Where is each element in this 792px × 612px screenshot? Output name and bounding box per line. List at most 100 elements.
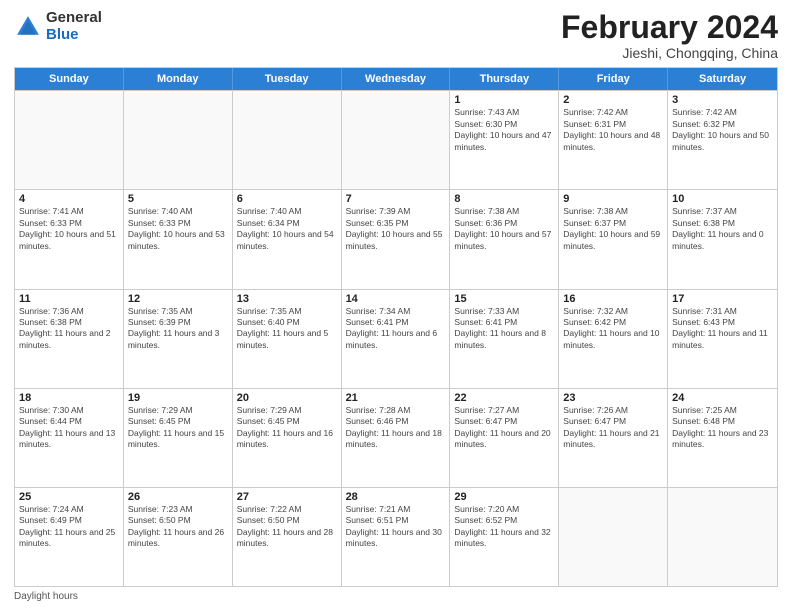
- day-number: 18: [19, 392, 119, 404]
- day-number: 26: [128, 491, 228, 503]
- day-number: 24: [672, 392, 773, 404]
- calendar-row: 25Sunrise: 7:24 AM Sunset: 6:49 PM Dayli…: [15, 487, 777, 586]
- title-block: February 2024 Jieshi, Chongqing, China: [561, 10, 778, 61]
- calendar-cell: 25Sunrise: 7:24 AM Sunset: 6:49 PM Dayli…: [15, 488, 124, 586]
- day-number: 22: [454, 392, 554, 404]
- calendar-cell: 10Sunrise: 7:37 AM Sunset: 6:38 PM Dayli…: [668, 190, 777, 288]
- calendar-cell: [559, 488, 668, 586]
- calendar-row: 18Sunrise: 7:30 AM Sunset: 6:44 PM Dayli…: [15, 388, 777, 487]
- day-info: Sunrise: 7:41 AM Sunset: 6:33 PM Dayligh…: [19, 206, 119, 252]
- day-number: 14: [346, 293, 446, 305]
- day-number: 4: [19, 193, 119, 205]
- day-number: 17: [672, 293, 773, 305]
- calendar-header-cell: Monday: [124, 68, 233, 90]
- calendar-cell: 27Sunrise: 7:22 AM Sunset: 6:50 PM Dayli…: [233, 488, 342, 586]
- calendar-cell: 16Sunrise: 7:32 AM Sunset: 6:42 PM Dayli…: [559, 290, 668, 388]
- calendar: SundayMondayTuesdayWednesdayThursdayFrid…: [14, 67, 778, 587]
- day-info: Sunrise: 7:38 AM Sunset: 6:36 PM Dayligh…: [454, 206, 554, 252]
- logo-general: General: [46, 10, 102, 27]
- day-info: Sunrise: 7:24 AM Sunset: 6:49 PM Dayligh…: [19, 504, 119, 550]
- day-info: Sunrise: 7:33 AM Sunset: 6:41 PM Dayligh…: [454, 306, 554, 352]
- day-number: 6: [237, 193, 337, 205]
- day-info: Sunrise: 7:30 AM Sunset: 6:44 PM Dayligh…: [19, 405, 119, 451]
- calendar-cell: 3Sunrise: 7:42 AM Sunset: 6:32 PM Daylig…: [668, 91, 777, 189]
- day-info: Sunrise: 7:31 AM Sunset: 6:43 PM Dayligh…: [672, 306, 773, 352]
- day-info: Sunrise: 7:36 AM Sunset: 6:38 PM Dayligh…: [19, 306, 119, 352]
- day-number: 3: [672, 94, 773, 106]
- header: General Blue February 2024 Jieshi, Chong…: [14, 10, 778, 61]
- day-info: Sunrise: 7:27 AM Sunset: 6:47 PM Dayligh…: [454, 405, 554, 451]
- calendar-cell: 21Sunrise: 7:28 AM Sunset: 6:46 PM Dayli…: [342, 389, 451, 487]
- day-number: 19: [128, 392, 228, 404]
- calendar-cell: 13Sunrise: 7:35 AM Sunset: 6:40 PM Dayli…: [233, 290, 342, 388]
- calendar-cell: 5Sunrise: 7:40 AM Sunset: 6:33 PM Daylig…: [124, 190, 233, 288]
- calendar-cell: 26Sunrise: 7:23 AM Sunset: 6:50 PM Dayli…: [124, 488, 233, 586]
- calendar-cell: [233, 91, 342, 189]
- day-number: 5: [128, 193, 228, 205]
- day-info: Sunrise: 7:43 AM Sunset: 6:30 PM Dayligh…: [454, 107, 554, 153]
- calendar-cell: 9Sunrise: 7:38 AM Sunset: 6:37 PM Daylig…: [559, 190, 668, 288]
- footer: Daylight hours: [14, 591, 778, 602]
- calendar-cell: [342, 91, 451, 189]
- calendar-header-cell: Wednesday: [342, 68, 451, 90]
- day-number: 9: [563, 193, 663, 205]
- calendar-cell: 6Sunrise: 7:40 AM Sunset: 6:34 PM Daylig…: [233, 190, 342, 288]
- calendar-cell: 22Sunrise: 7:27 AM Sunset: 6:47 PM Dayli…: [450, 389, 559, 487]
- logo: General Blue: [14, 10, 102, 43]
- calendar-cell: 4Sunrise: 7:41 AM Sunset: 6:33 PM Daylig…: [15, 190, 124, 288]
- day-info: Sunrise: 7:32 AM Sunset: 6:42 PM Dayligh…: [563, 306, 663, 352]
- day-info: Sunrise: 7:42 AM Sunset: 6:31 PM Dayligh…: [563, 107, 663, 153]
- calendar-cell: 24Sunrise: 7:25 AM Sunset: 6:48 PM Dayli…: [668, 389, 777, 487]
- day-info: Sunrise: 7:28 AM Sunset: 6:46 PM Dayligh…: [346, 405, 446, 451]
- calendar-cell: 8Sunrise: 7:38 AM Sunset: 6:36 PM Daylig…: [450, 190, 559, 288]
- day-number: 20: [237, 392, 337, 404]
- day-info: Sunrise: 7:25 AM Sunset: 6:48 PM Dayligh…: [672, 405, 773, 451]
- day-number: 2: [563, 94, 663, 106]
- day-info: Sunrise: 7:34 AM Sunset: 6:41 PM Dayligh…: [346, 306, 446, 352]
- day-info: Sunrise: 7:40 AM Sunset: 6:33 PM Dayligh…: [128, 206, 228, 252]
- calendar-cell: 18Sunrise: 7:30 AM Sunset: 6:44 PM Dayli…: [15, 389, 124, 487]
- page: General Blue February 2024 Jieshi, Chong…: [0, 0, 792, 612]
- calendar-row: 4Sunrise: 7:41 AM Sunset: 6:33 PM Daylig…: [15, 189, 777, 288]
- calendar-cell: [15, 91, 124, 189]
- logo-icon: [14, 13, 42, 41]
- title-location: Jieshi, Chongqing, China: [561, 45, 778, 61]
- day-number: 27: [237, 491, 337, 503]
- logo-text: General Blue: [46, 10, 102, 43]
- calendar-cell: 15Sunrise: 7:33 AM Sunset: 6:41 PM Dayli…: [450, 290, 559, 388]
- day-number: 11: [19, 293, 119, 305]
- day-info: Sunrise: 7:35 AM Sunset: 6:40 PM Dayligh…: [237, 306, 337, 352]
- day-info: Sunrise: 7:22 AM Sunset: 6:50 PM Dayligh…: [237, 504, 337, 550]
- title-month: February 2024: [561, 10, 778, 45]
- calendar-row: 1Sunrise: 7:43 AM Sunset: 6:30 PM Daylig…: [15, 90, 777, 189]
- day-number: 12: [128, 293, 228, 305]
- day-info: Sunrise: 7:39 AM Sunset: 6:35 PM Dayligh…: [346, 206, 446, 252]
- calendar-header-row: SundayMondayTuesdayWednesdayThursdayFrid…: [15, 68, 777, 90]
- calendar-header-cell: Saturday: [668, 68, 777, 90]
- day-number: 28: [346, 491, 446, 503]
- day-number: 16: [563, 293, 663, 305]
- calendar-cell: 2Sunrise: 7:42 AM Sunset: 6:31 PM Daylig…: [559, 91, 668, 189]
- day-info: Sunrise: 7:29 AM Sunset: 6:45 PM Dayligh…: [128, 405, 228, 451]
- calendar-cell: 23Sunrise: 7:26 AM Sunset: 6:47 PM Dayli…: [559, 389, 668, 487]
- day-info: Sunrise: 7:26 AM Sunset: 6:47 PM Dayligh…: [563, 405, 663, 451]
- day-number: 7: [346, 193, 446, 205]
- day-number: 15: [454, 293, 554, 305]
- day-number: 10: [672, 193, 773, 205]
- day-number: 8: [454, 193, 554, 205]
- calendar-cell: 29Sunrise: 7:20 AM Sunset: 6:52 PM Dayli…: [450, 488, 559, 586]
- day-info: Sunrise: 7:20 AM Sunset: 6:52 PM Dayligh…: [454, 504, 554, 550]
- day-info: Sunrise: 7:37 AM Sunset: 6:38 PM Dayligh…: [672, 206, 773, 252]
- calendar-cell: 7Sunrise: 7:39 AM Sunset: 6:35 PM Daylig…: [342, 190, 451, 288]
- calendar-cell: 14Sunrise: 7:34 AM Sunset: 6:41 PM Dayli…: [342, 290, 451, 388]
- calendar-cell: 17Sunrise: 7:31 AM Sunset: 6:43 PM Dayli…: [668, 290, 777, 388]
- day-info: Sunrise: 7:40 AM Sunset: 6:34 PM Dayligh…: [237, 206, 337, 252]
- day-number: 21: [346, 392, 446, 404]
- calendar-header-cell: Tuesday: [233, 68, 342, 90]
- calendar-cell: 12Sunrise: 7:35 AM Sunset: 6:39 PM Dayli…: [124, 290, 233, 388]
- calendar-cell: [124, 91, 233, 189]
- calendar-row: 11Sunrise: 7:36 AM Sunset: 6:38 PM Dayli…: [15, 289, 777, 388]
- day-number: 1: [454, 94, 554, 106]
- calendar-cell: [668, 488, 777, 586]
- daylight-label: Daylight hours: [14, 591, 78, 602]
